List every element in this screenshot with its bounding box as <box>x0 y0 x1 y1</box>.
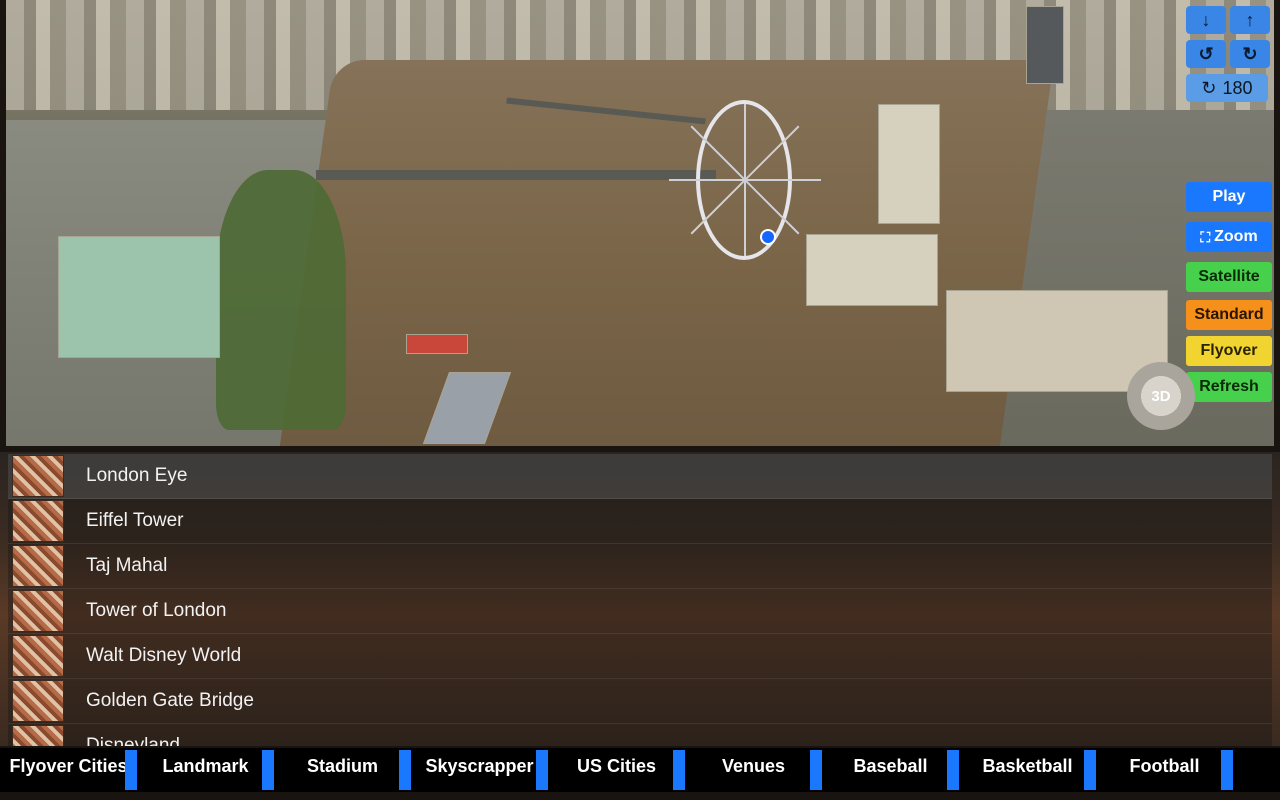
map-building <box>58 236 220 358</box>
location-thumbnail <box>12 545 64 587</box>
tab-label: US Cities <box>576 756 657 776</box>
location-name: London Eye <box>86 465 188 486</box>
tab-label: Venues <box>721 756 786 776</box>
tab-landmark[interactable]: Landmark <box>137 748 274 792</box>
satellite-label: Satellite <box>1198 268 1260 285</box>
zoom-button[interactable]: ⛶ Zoom <box>1186 222 1272 252</box>
tab-separator <box>125 750 137 790</box>
location-name: Golden Gate Bridge <box>86 690 254 711</box>
location-thumbnail <box>12 680 64 722</box>
map-trees <box>216 170 346 430</box>
rotate-left-button[interactable]: ↺ <box>1186 40 1226 68</box>
location-name: Disneyland <box>86 735 180 746</box>
rotate-right-button[interactable]: ↻ <box>1230 40 1270 68</box>
tab-separator <box>947 750 959 790</box>
tab-flyover-cities[interactable]: Flyover Cities <box>0 748 137 792</box>
standard-label: Standard <box>1194 306 1264 323</box>
compass-3d-toggle[interactable]: 3D <box>1127 362 1195 430</box>
rotate-right-icon: ↻ <box>1242 43 1258 64</box>
location-name: Taj Mahal <box>86 555 168 576</box>
list-item[interactable]: Taj Mahal <box>8 544 1272 589</box>
zoom-label: Zoom <box>1214 228 1258 245</box>
tab-separator <box>1221 750 1233 790</box>
tab-label: Skyscrapper <box>425 756 534 776</box>
satellite-button[interactable]: Satellite <box>1186 262 1272 292</box>
list-item[interactable]: London Eye <box>8 454 1272 499</box>
rotate-refresh-icon: ↻ <box>1201 77 1217 98</box>
location-name: Walt Disney World <box>86 645 242 666</box>
arrow-down-icon: ↓ <box>1201 9 1211 30</box>
list-item[interactable]: Walt Disney World <box>8 634 1272 679</box>
tab-separator <box>1084 750 1096 790</box>
rotation-value: 180 <box>1222 77 1253 98</box>
pitch-down-button[interactable]: ↓ <box>1186 6 1226 34</box>
location-thumbnail <box>12 635 64 677</box>
tab-separator <box>262 750 274 790</box>
tab-football[interactable]: Football <box>1096 748 1233 792</box>
flyover-label: Flyover <box>1200 342 1258 359</box>
compass-3d-label: 3D <box>1151 387 1171 405</box>
location-thumbnail <box>12 500 64 542</box>
location-thumbnail <box>12 725 64 746</box>
map-building <box>806 234 938 306</box>
rotate-180-button[interactable]: ↻ 180 <box>1186 74 1268 102</box>
location-pin[interactable] <box>760 229 776 245</box>
tab-skyscrapper[interactable]: Skyscrapper <box>411 748 548 792</box>
tab-label: Stadium <box>306 756 378 776</box>
tab-label: Basketball <box>982 756 1073 776</box>
map-view[interactable] <box>6 0 1274 446</box>
zoom-icon: ⛶ <box>1200 228 1211 245</box>
pitch-up-button[interactable]: ↑ <box>1230 6 1270 34</box>
map-building <box>1026 6 1064 84</box>
location-thumbnail <box>12 590 64 632</box>
location-name: Eiffel Tower <box>86 510 184 531</box>
tab-separator <box>673 750 685 790</box>
location-name: Tower of London <box>86 600 227 621</box>
tab-label: Baseball <box>853 756 928 776</box>
list-item[interactable]: Tower of London <box>8 589 1272 634</box>
location-thumbnail <box>12 455 64 497</box>
tab-separator <box>536 750 548 790</box>
category-tab-bar: Flyover Cities Landmark Stadium Skyscrap… <box>0 748 1280 792</box>
list-item[interactable]: Disneyland <box>8 724 1272 746</box>
tab-us-cities[interactable]: US Cities <box>548 748 685 792</box>
location-list[interactable]: London Eye Eiffel Tower Taj Mahal Tower … <box>0 452 1280 746</box>
tab-label: Landmark <box>162 756 249 776</box>
arrow-up-icon: ↑ <box>1245 9 1255 30</box>
tab-separator <box>399 750 411 790</box>
standard-button[interactable]: Standard <box>1186 300 1272 330</box>
tab-stadium[interactable]: Stadium <box>274 748 411 792</box>
play-button[interactable]: Play <box>1186 182 1272 212</box>
map-bridge <box>316 170 716 180</box>
tab-venues[interactable]: Venues <box>685 748 822 792</box>
refresh-label: Refresh <box>1199 378 1259 395</box>
tab-label: Football <box>1129 756 1200 776</box>
play-label: Play <box>1212 188 1246 205</box>
refresh-button[interactable]: Refresh <box>1186 372 1272 402</box>
tab-baseball[interactable]: Baseball <box>822 748 959 792</box>
map-boat <box>406 334 468 354</box>
map-building <box>878 104 940 224</box>
tab-separator <box>810 750 822 790</box>
tab-label: Flyover Cities <box>9 756 128 776</box>
flyover-button[interactable]: Flyover <box>1186 336 1272 366</box>
rotate-left-icon: ↺ <box>1198 43 1214 64</box>
tab-basketball[interactable]: Basketball <box>959 748 1096 792</box>
list-item[interactable]: Eiffel Tower <box>8 499 1272 544</box>
london-eye-wheel <box>669 100 821 260</box>
list-item[interactable]: Golden Gate Bridge <box>8 679 1272 724</box>
